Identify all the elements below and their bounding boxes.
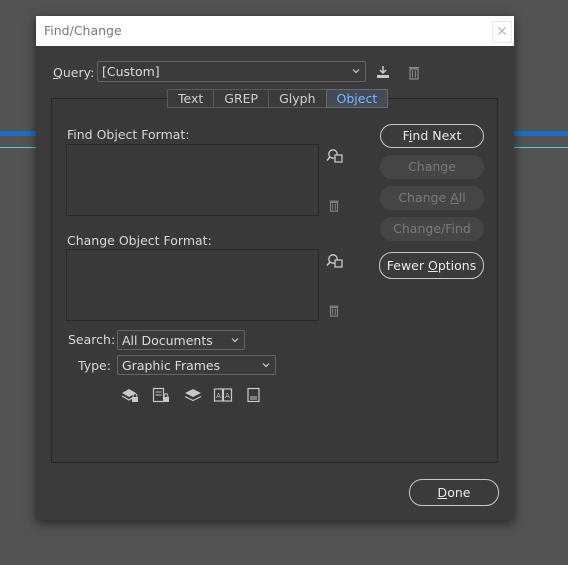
search-value: All Documents: [122, 333, 213, 348]
include-master-pages-icon[interactable]: A A: [213, 387, 233, 404]
document-guide-line: [0, 147, 36, 148]
type-value: Graphic Frames: [122, 358, 221, 373]
tab-grep[interactable]: GREP: [213, 89, 270, 108]
document-guide-line: [514, 147, 568, 148]
fewer-options-label: Fewer Options: [386, 258, 477, 273]
document-guide-line: [0, 131, 36, 136]
tab-object[interactable]: Object: [325, 89, 389, 108]
change-all-button[interactable]: Change All: [380, 186, 484, 210]
save-query-icon[interactable]: [375, 64, 391, 80]
find-next-label: Find Next: [402, 128, 462, 143]
fewer-options-button[interactable]: Fewer Options: [379, 252, 484, 279]
search-label: Search:: [68, 332, 116, 347]
done-button[interactable]: Done: [409, 479, 499, 506]
find-next-button[interactable]: Find Next: [380, 124, 484, 148]
find-format-box[interactable]: [66, 144, 319, 216]
change-find-button[interactable]: Change/Find: [380, 217, 484, 241]
clear-attributes-icon[interactable]: [327, 303, 341, 317]
type-label: Type:: [78, 358, 111, 373]
query-value: [Custom]: [102, 64, 160, 79]
change-button[interactable]: Change: [380, 155, 484, 179]
chevron-down-icon: [262, 363, 270, 368]
document-guide-line: [514, 131, 568, 136]
clear-attributes-icon[interactable]: [327, 198, 341, 212]
specify-attributes-icon[interactable]: [326, 252, 344, 270]
include-locked-layers-icon[interactable]: [121, 387, 139, 404]
change-format-label: Change Object Format:: [67, 233, 212, 248]
chevron-down-icon: [352, 69, 360, 74]
svg-text:A: A: [225, 392, 230, 400]
change-all-label: Change All: [398, 190, 466, 205]
svg-text:A: A: [216, 392, 221, 400]
include-hidden-layers-icon[interactable]: [184, 387, 202, 404]
specify-attributes-icon[interactable]: [326, 147, 344, 165]
window-title: Find/Change: [44, 23, 122, 38]
query-select[interactable]: [Custom]: [97, 61, 366, 82]
find-format-label: Find Object Format:: [67, 127, 190, 142]
tab-text[interactable]: Text: [167, 89, 215, 108]
tab-glyph[interactable]: Glyph: [268, 89, 327, 108]
mode-tabs: Text GREP Glyph Object: [167, 89, 389, 108]
done-label: Done: [437, 485, 471, 500]
close-icon: ✕: [496, 24, 508, 40]
search-select[interactable]: All Documents: [117, 330, 245, 350]
close-button[interactable]: ✕: [492, 21, 512, 43]
delete-query-icon[interactable]: [406, 64, 422, 80]
chevron-down-icon: [231, 338, 239, 343]
include-footnotes-icon[interactable]: [246, 387, 262, 404]
find-change-dialog: Find/Change ✕ Query: [Custom] Text GREP …: [36, 16, 514, 520]
query-label: Query:: [53, 65, 95, 80]
type-select[interactable]: Graphic Frames: [117, 355, 276, 375]
title-bar[interactable]: Find/Change ✕: [36, 16, 514, 46]
include-locked-stories-icon[interactable]: [152, 387, 170, 404]
change-format-box[interactable]: [66, 249, 319, 321]
